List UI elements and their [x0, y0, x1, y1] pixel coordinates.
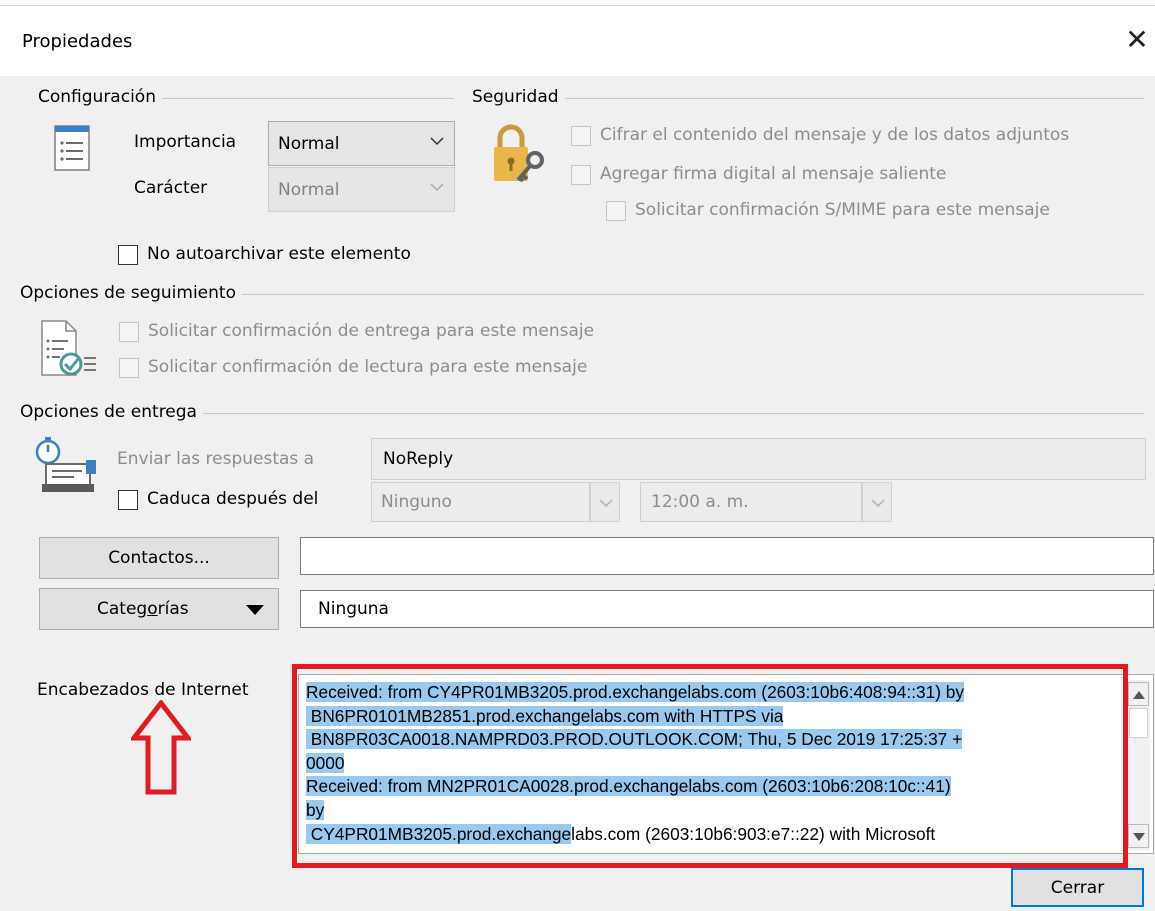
chevron-down-icon	[430, 183, 444, 192]
encrypt-checkbox[interactable]	[571, 126, 591, 146]
expires-label: Caduca después del	[147, 489, 319, 509]
title-bar	[0, 6, 1155, 76]
categories-value: Ninguna	[318, 599, 389, 619]
importance-select[interactable]: Normal	[268, 121, 455, 166]
expires-time-dropdown[interactable]	[862, 482, 892, 522]
tracking-group-label: Opciones de seguimiento	[20, 283, 242, 303]
headers-scrollbar[interactable]	[1127, 680, 1150, 850]
delivery-receipt-checkbox[interactable]	[119, 322, 139, 342]
replies-to-label: Enviar las respuestas a	[117, 449, 315, 469]
lock-key-icon	[494, 124, 544, 183]
replies-to-value: NoReply	[383, 449, 454, 469]
internet-headers-label: Encabezados de Internet	[37, 680, 249, 700]
red-annotation-box	[292, 664, 1128, 868]
chevron-down-icon	[599, 499, 613, 508]
categories-button[interactable]: Categorías	[39, 588, 279, 630]
close-button[interactable]: Cerrar	[1011, 868, 1144, 907]
expires-checkbox[interactable]	[118, 490, 138, 510]
no-autoarchive-label: No autoarchivar este elemento	[147, 244, 411, 264]
contacts-button[interactable]: Contactos...	[39, 537, 279, 579]
window-title: Propiedades	[22, 31, 133, 52]
delivery-timer-icon	[35, 437, 96, 492]
expires-date-value: Ninguno	[381, 492, 452, 512]
smime-receipt-checkbox[interactable]	[606, 201, 626, 221]
importance-label: Importancia	[134, 132, 237, 152]
character-value: Normal	[278, 180, 340, 200]
security-group-line	[474, 98, 1144, 99]
character-label: Carácter	[134, 178, 208, 198]
categories-button-label: Categorías	[97, 599, 189, 619]
digital-signature-checkbox[interactable]	[571, 165, 591, 185]
delivery-receipt-label: Solicitar confirmación de entrega para e…	[148, 321, 595, 341]
close-button-label: Cerrar	[1050, 878, 1105, 898]
config-group-label: Configuración	[38, 87, 162, 107]
categories-field[interactable]: Ninguna	[300, 590, 1154, 628]
arrow-up-icon	[1133, 691, 1145, 699]
contacts-field[interactable]	[300, 537, 1154, 575]
encrypt-label: Cifrar el contenido del mensaje y de los…	[600, 125, 1070, 145]
properties-icon	[54, 125, 90, 171]
arrow-down-icon	[1133, 833, 1145, 841]
dropdown-triangle-icon	[246, 605, 264, 615]
close-window-button[interactable]: ✕	[1120, 22, 1154, 58]
expires-date-dropdown[interactable]	[590, 482, 620, 522]
importance-value: Normal	[278, 134, 340, 154]
scroll-down-button[interactable]	[1128, 824, 1149, 848]
character-select[interactable]: Normal	[268, 167, 455, 212]
scroll-thumb[interactable]	[1129, 708, 1148, 738]
replies-to-field[interactable]: NoReply	[371, 438, 1146, 480]
read-receipt-label: Solicitar confirmación de lectura para e…	[148, 357, 588, 377]
delivery-group-label: Opciones de entrega	[20, 402, 203, 422]
security-group-label: Seguridad	[472, 87, 565, 107]
chevron-down-icon	[430, 137, 444, 146]
expires-time-field[interactable]: 12:00 a. m.	[640, 482, 862, 522]
red-annotation-arrow	[131, 700, 191, 795]
read-receipt-checkbox[interactable]	[119, 358, 139, 378]
chevron-down-icon	[871, 499, 885, 508]
expires-date-field[interactable]: Ninguno	[371, 482, 590, 522]
expires-time-value: 12:00 a. m.	[651, 492, 749, 512]
smime-receipt-label: Solicitar confirmación S/MIME para este …	[635, 200, 1050, 220]
digital-signature-label: Agregar firma digital al mensaje salient…	[600, 164, 947, 184]
no-autoarchive-checkbox[interactable]	[118, 245, 138, 265]
tracking-document-icon	[41, 320, 96, 376]
scroll-up-button[interactable]	[1128, 682, 1149, 706]
